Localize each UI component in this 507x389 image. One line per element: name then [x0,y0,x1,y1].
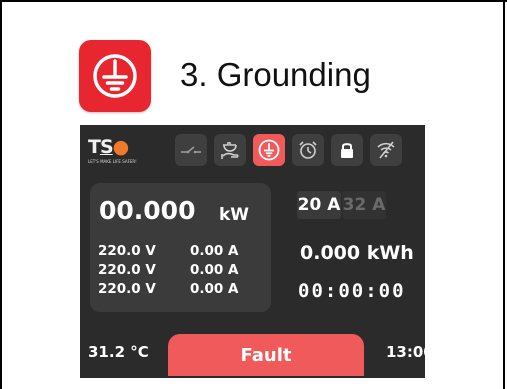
switch-icon [181,146,201,154]
globe-icon: ● [112,136,130,158]
wifi-off-icon [377,141,395,159]
phase-voltage: 220.0 V [98,262,156,278]
grounding-icon [93,54,137,98]
alarm-button[interactable] [292,134,324,166]
lock-button[interactable] [331,134,363,166]
status-label: Fault [240,344,292,366]
grounding-icon [258,139,280,161]
power-card: 00.000 kW 220.0 V 0.00 A 220.0 V 0.00 A … [90,183,271,312]
energy-readout: 0.000 kWh [300,242,414,264]
phase-current: 0.00 A [190,243,239,259]
phase-current: 0.00 A [190,281,239,297]
current-limit-20a-button[interactable]: 20 A [297,191,341,219]
phase-current: 0.00 A [190,262,239,278]
logo-text: TS● [88,136,130,158]
grounding-button[interactable] [253,134,285,166]
power-value: 00.000 [99,196,196,225]
temperature-readout: 31.2 °C [88,343,149,361]
charger-display: TS● LET'S MAKE LIFE SAFER! 00.000 kW 220… [80,125,434,378]
lock-icon [341,143,353,158]
switch-button[interactable] [175,134,207,166]
frame-top-border [0,0,507,6]
grounding-app-tile [79,40,151,112]
current-limit-32a-button[interactable]: 32 A [342,191,386,219]
phase-voltage: 220.0 V [98,281,156,297]
page-title: 3. Grounding [180,56,371,93]
logo-tagline: LET'S MAKE LIFE SAFER! [88,159,137,164]
clock-readout: 13:00 [386,343,434,361]
tso-logo: TS● LET'S MAKE LIFE SAFER! [88,136,137,168]
status-toolbar: TS● LET'S MAKE LIFE SAFER! [80,125,425,178]
plug-hand-icon [221,142,239,159]
wifi-button[interactable] [370,134,402,166]
session-timer: 00:00:00 [298,280,406,302]
alarm-clock-icon [299,141,317,159]
power-unit: kW [219,205,250,225]
plug-hand-button[interactable] [214,134,246,166]
phase-voltage: 220.0 V [98,243,156,259]
status-badge[interactable]: Fault [168,334,364,376]
